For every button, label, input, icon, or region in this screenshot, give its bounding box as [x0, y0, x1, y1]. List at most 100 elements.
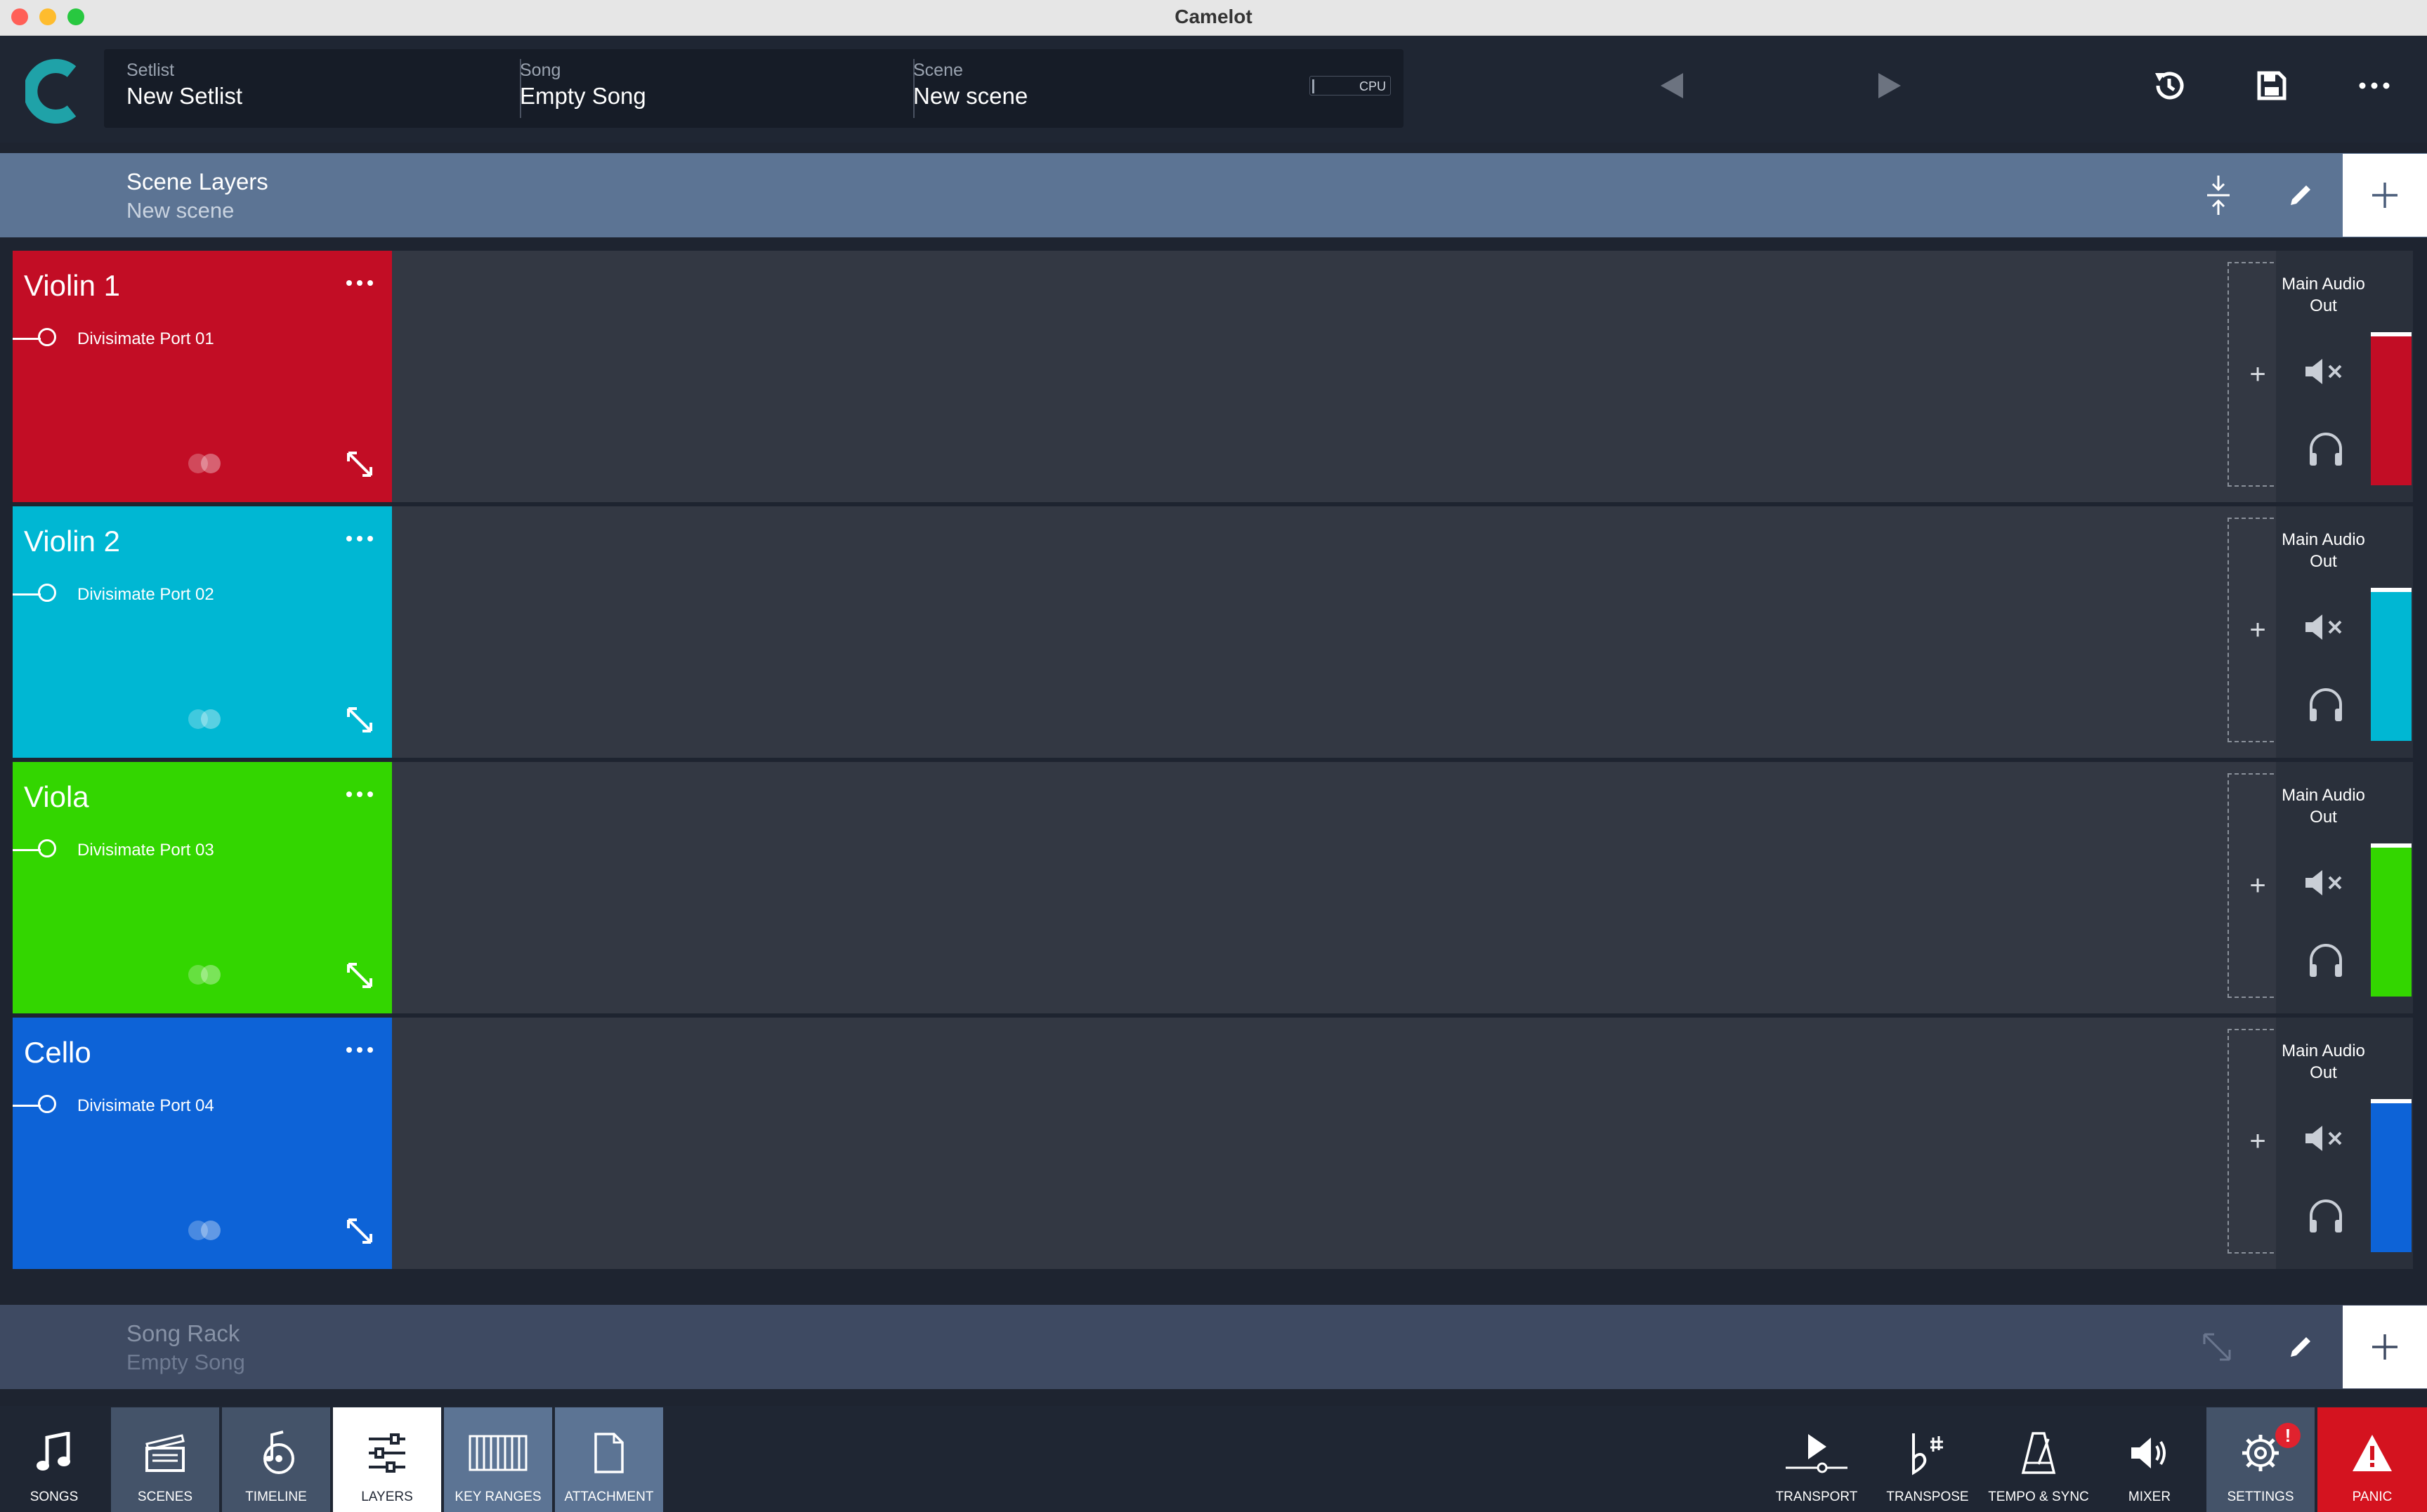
mute-button[interactable] [2304, 613, 2345, 645]
output-label: Main Audio Out [2282, 275, 2365, 315]
headphones-button[interactable] [2307, 686, 2345, 726]
layer-options-button[interactable] [346, 262, 374, 294]
layer-options-button[interactable] [346, 518, 374, 549]
layer-tile[interactable]: Violin 1 Divisimate Port 01 [13, 251, 392, 502]
layer-tile[interactable]: Violin 2 Divisimate Port 02 [13, 506, 392, 758]
setlist-info-box[interactable]: Setlist New Setlist Song Empty Song Scen… [104, 49, 1404, 128]
more-horizontal-icon [346, 280, 373, 286]
panic-button[interactable]: PANIC [2317, 1407, 2427, 1512]
layer-input-port: Divisimate Port 01 [77, 329, 214, 348]
layer-tile[interactable]: Viola Divisimate Port 03 [13, 762, 392, 1013]
link-icon[interactable] [185, 1218, 225, 1246]
link-icon[interactable] [185, 963, 225, 990]
headphones-icon [2310, 1199, 2342, 1232]
edit-song-rack-button[interactable] [2279, 1326, 2322, 1368]
scene-field[interactable]: Scene New scene [891, 49, 1312, 128]
layer-instrument-area[interactable]: + [392, 251, 2288, 502]
input-port-line [13, 338, 41, 340]
scenes-tab[interactable]: SCENES [111, 1407, 219, 1512]
key-ranges-tab-label: KEY RANGES [454, 1490, 542, 1504]
setlist-value: New Setlist [126, 83, 243, 109]
warning-triangle-icon [2317, 1428, 2427, 1478]
expand-layer-button[interactable] [346, 450, 374, 482]
level-meter [2371, 332, 2412, 485]
expand-diagonal-icon [347, 707, 372, 732]
layer-name: Violin 2 [24, 525, 120, 558]
layers-tab[interactable]: LAYERS [333, 1407, 441, 1512]
expand-song-rack-button[interactable] [2196, 1326, 2238, 1368]
expand-layer-button[interactable] [346, 706, 374, 737]
setlist-field[interactable]: Setlist New Setlist [104, 49, 518, 128]
more-horizontal-icon [346, 536, 373, 541]
camelot-logo-icon[interactable] [23, 58, 79, 125]
layer-instrument-area[interactable]: + [392, 506, 2288, 758]
timeline-tab[interactable]: TIMELINE [222, 1407, 330, 1512]
song-rack-title: Song Rack [126, 1320, 240, 1346]
transport-tab-label: TRANSPORT [1775, 1490, 1858, 1504]
pencil-icon [2291, 1337, 2310, 1357]
headphones-button[interactable] [2307, 430, 2345, 471]
tempo-sync-tab[interactable]: TEMPO & SYNC [1984, 1407, 2093, 1512]
add-song-rack-button[interactable] [2343, 1306, 2427, 1388]
history-button[interactable] [2148, 65, 2190, 107]
headphones-button[interactable] [2307, 942, 2345, 982]
input-port-icon[interactable] [38, 328, 56, 346]
scene-layers-bar: Scene Layers New scene [0, 153, 2427, 237]
add-layer-button[interactable] [2343, 154, 2427, 237]
layer-instrument-area[interactable]: + [392, 762, 2288, 1013]
mute-button[interactable] [2304, 869, 2345, 900]
layer-row: Violin 2 Divisimate Port 02 + Main Audio… [13, 506, 2413, 758]
mute-button[interactable] [2304, 1124, 2345, 1156]
transpose-tab[interactable]: TRANSPOSE [1873, 1407, 1982, 1512]
song-field[interactable]: Song Empty Song [497, 49, 891, 128]
input-port-icon[interactable] [38, 839, 56, 857]
mixer-tab[interactable]: MIXER [2095, 1407, 2204, 1512]
mute-button[interactable] [2304, 357, 2345, 389]
save-button[interactable] [2251, 65, 2293, 107]
edit-scene-button[interactable] [2279, 174, 2322, 216]
song-rack-bar: Song Rack Empty Song [0, 1305, 2427, 1389]
level-meter-peak [2371, 1099, 2412, 1103]
clapperboard-icon [111, 1428, 219, 1478]
next-scene-button[interactable] [1869, 65, 1911, 107]
speaker-muted-icon [2305, 870, 2342, 895]
transport-tab[interactable]: TRANSPORT [1762, 1407, 1871, 1512]
level-meter-peak [2371, 332, 2412, 336]
level-meter-fill [2371, 843, 2412, 997]
song-rack-subtitle: Empty Song [126, 1350, 245, 1374]
more-options-button[interactable] [2353, 65, 2395, 107]
triangle-left-icon [1661, 73, 1683, 98]
more-horizontal-icon [2359, 82, 2390, 89]
headphones-icon [2310, 688, 2342, 721]
setlist-label: Setlist [126, 60, 175, 80]
link-icon[interactable] [185, 707, 225, 735]
level-meter-peak [2371, 588, 2412, 592]
window-titlebar: Camelot [0, 0, 2427, 36]
layer-options-button[interactable] [346, 773, 374, 805]
previous-scene-button[interactable] [1651, 65, 1693, 107]
expand-layer-button[interactable] [346, 1217, 374, 1249]
layer-row: Cello Divisimate Port 04 + Main Audio Ou… [13, 1018, 2413, 1269]
plus-icon: + [2249, 1125, 2266, 1157]
attachment-tab[interactable]: ATTACHMENT [555, 1407, 663, 1512]
layer-tile[interactable]: Cello Divisimate Port 04 [13, 1018, 392, 1269]
plus-icon [2372, 1334, 2397, 1360]
expand-layer-button[interactable] [346, 961, 374, 993]
output-label: Main Audio Out [2282, 530, 2365, 571]
input-port-icon[interactable] [38, 584, 56, 602]
input-port-icon[interactable] [38, 1095, 56, 1113]
history-icon [2155, 72, 2184, 100]
key-ranges-tab[interactable]: KEY RANGES [444, 1407, 552, 1512]
headphones-button[interactable] [2307, 1197, 2345, 1237]
collapse-layers-button[interactable] [2196, 173, 2241, 218]
plus-icon: + [2249, 358, 2266, 390]
output-label: Main Audio Out [2282, 786, 2365, 827]
expand-diagonal-icon [2203, 1333, 2231, 1361]
input-port-line [13, 593, 41, 596]
layer-instrument-area[interactable]: + [392, 1018, 2288, 1269]
layer-options-button[interactable] [346, 1029, 374, 1060]
settings-tab[interactable]: ! SETTINGS [2206, 1407, 2315, 1512]
transport-play-icon [1762, 1428, 1871, 1478]
songs-tab[interactable]: SONGS [0, 1407, 108, 1512]
link-icon[interactable] [185, 452, 225, 479]
